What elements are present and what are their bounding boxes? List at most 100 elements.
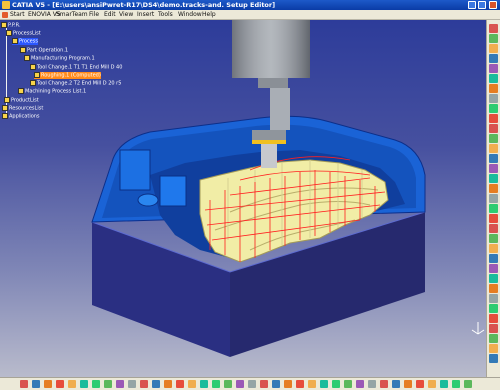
toolbar-icon[interactable] <box>489 194 498 203</box>
toolbar-icon[interactable] <box>489 84 498 93</box>
tree-resources-list[interactable]: ResourcesList <box>2 105 43 112</box>
menu-start[interactable]: Start <box>10 10 25 20</box>
tree-tool-change-1[interactable]: Tool Change.1 T1 T1 End Mill D 40 <box>30 64 122 71</box>
toolbar-icon[interactable] <box>489 264 498 273</box>
toolbar-icon[interactable] <box>489 74 498 83</box>
toolbar-icon[interactable] <box>489 334 498 343</box>
toolbar-icon[interactable] <box>188 380 196 388</box>
toolbar-icon[interactable] <box>489 304 498 313</box>
tree-process[interactable]: Process <box>12 38 38 45</box>
toolbar-icon[interactable] <box>248 380 256 388</box>
toolbar-icon[interactable] <box>140 380 148 388</box>
menu-tools[interactable]: Tools <box>158 10 173 20</box>
toolbar-icon[interactable] <box>68 380 76 388</box>
toolbar-icon[interactable] <box>200 380 208 388</box>
toolbar-icon[interactable] <box>392 380 400 388</box>
toolbar-icon[interactable] <box>489 224 498 233</box>
toolbar-icon[interactable] <box>452 380 460 388</box>
toolbar-icon[interactable] <box>489 284 498 293</box>
menu-insert[interactable]: Insert <box>137 10 154 20</box>
toolbar-icon[interactable] <box>80 380 88 388</box>
toolbar-icon[interactable] <box>489 134 498 143</box>
toolbar-icon[interactable] <box>489 184 498 193</box>
toolbar-icon[interactable] <box>489 154 498 163</box>
toolbar-icon[interactable] <box>489 64 498 73</box>
toolbar-icon[interactable] <box>428 380 436 388</box>
toolbar-icon[interactable] <box>320 380 328 388</box>
tree-product-list[interactable]: ProductList <box>4 97 39 104</box>
toolbar-icon[interactable] <box>20 380 28 388</box>
toolbar-icon[interactable] <box>212 380 220 388</box>
toolbar-icon[interactable] <box>489 254 498 263</box>
toolbar-icon[interactable] <box>380 380 388 388</box>
toolbar-icon[interactable] <box>32 380 40 388</box>
toolbar-icon[interactable] <box>116 380 124 388</box>
toolbar-icon[interactable] <box>368 380 376 388</box>
toolbar-icon[interactable] <box>489 244 498 253</box>
toolbar-icon[interactable] <box>44 380 52 388</box>
menu-file[interactable]: File <box>89 10 99 20</box>
3d-viewport[interactable]: P.P.R. ProcessList Process Part Operatio… <box>0 20 486 377</box>
toolbar-icon[interactable] <box>489 54 498 63</box>
toolbar-icon[interactable] <box>308 380 316 388</box>
toolbar-icon[interactable] <box>152 380 160 388</box>
toolbar-icon[interactable] <box>104 380 112 388</box>
tree-machining-process-list[interactable]: Machining Process List.1 <box>18 88 86 95</box>
toolbar-icon[interactable] <box>464 380 472 388</box>
toolbar-icon[interactable] <box>236 380 244 388</box>
toolbar-icon[interactable] <box>489 164 498 173</box>
minimize-button[interactable] <box>468 1 476 9</box>
toolbar-icon[interactable] <box>489 124 498 133</box>
toolbar-icon[interactable] <box>164 380 172 388</box>
toolbar-icon[interactable] <box>489 104 498 113</box>
toolbar-icon[interactable] <box>128 380 136 388</box>
toolbar-icon[interactable] <box>489 44 498 53</box>
tree-process-list[interactable]: ProcessList <box>6 30 41 37</box>
menu-edit[interactable]: Edit <box>104 10 116 20</box>
tree-root[interactable]: P.P.R. <box>1 22 21 29</box>
toolbar-icon[interactable] <box>356 380 364 388</box>
toolbar-icon[interactable] <box>56 380 64 388</box>
toolbar-icon[interactable] <box>489 114 498 123</box>
toolbar-icon[interactable] <box>489 354 498 363</box>
toolbar-icon[interactable] <box>332 380 340 388</box>
menu-help[interactable]: Help <box>202 10 216 20</box>
tree-applications[interactable]: Applications <box>2 113 40 120</box>
toolbar-icon[interactable] <box>224 380 232 388</box>
toolbar-icon[interactable] <box>296 380 304 388</box>
toolbar-icon[interactable] <box>92 380 100 388</box>
toolbar-icon[interactable] <box>489 214 498 223</box>
toolbar-icon[interactable] <box>489 174 498 183</box>
toolbar-icon[interactable] <box>489 294 498 303</box>
toolbar-icon[interactable] <box>404 380 412 388</box>
tool-ring <box>252 140 286 144</box>
toolbar-icon[interactable] <box>489 144 498 153</box>
toolbar-icon[interactable] <box>489 34 498 43</box>
menu-smarteam[interactable]: SmarTeam <box>56 10 88 20</box>
tree-part-operation[interactable]: Part Operation.1 <box>20 47 68 54</box>
toolbar-icon[interactable] <box>489 204 498 213</box>
toolbar-icon[interactable] <box>344 380 352 388</box>
tool-change-icon <box>30 64 36 70</box>
toolbar-icon[interactable] <box>272 380 280 388</box>
toolbar-icon[interactable] <box>284 380 292 388</box>
tree-tool-change-2[interactable]: Tool Change.2 T2 End Mill D 20 r5 <box>30 80 121 87</box>
toolbar-icon[interactable] <box>440 380 448 388</box>
menu-view[interactable]: View <box>119 10 133 20</box>
tree-manufacturing-program[interactable]: Manufacturing Program.1 <box>24 55 95 62</box>
toolbar-icon[interactable] <box>416 380 424 388</box>
toolbar-icon[interactable] <box>489 314 498 323</box>
toolbar-icon[interactable] <box>176 380 184 388</box>
toolbar-icon[interactable] <box>489 234 498 243</box>
toolbar-icon[interactable] <box>489 24 498 33</box>
maximize-button[interactable] <box>478 1 486 9</box>
toolbar-icon[interactable] <box>489 324 498 333</box>
toolbar-icon[interactable] <box>489 344 498 353</box>
compass-icon[interactable] <box>470 320 486 336</box>
tree-roughing-operation[interactable]: Roughing.1 (Computed) <box>34 72 101 79</box>
menu-window[interactable]: Window <box>178 10 202 20</box>
close-button[interactable] <box>489 1 497 9</box>
toolbar-icon[interactable] <box>489 94 498 103</box>
toolbar-icon[interactable] <box>489 274 498 283</box>
toolbar-icon[interactable] <box>260 380 268 388</box>
